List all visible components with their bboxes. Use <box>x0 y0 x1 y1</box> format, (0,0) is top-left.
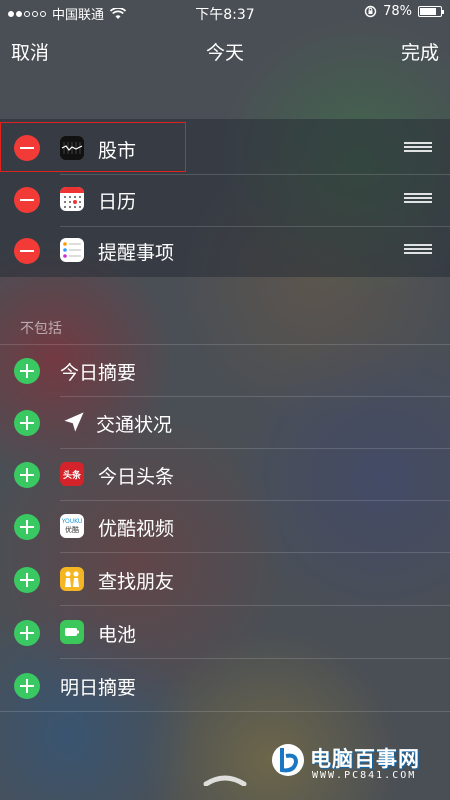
cancel-button[interactable]: 取消 <box>11 38 49 65</box>
remove-button[interactable] <box>14 187 40 213</box>
add-button[interactable] <box>14 514 40 540</box>
done-button[interactable]: 完成 <box>401 38 439 65</box>
widget-row-calendar: 日历 <box>0 174 450 226</box>
reorder-handle-icon[interactable] <box>404 142 432 152</box>
watermark-url: WWW.PC841.COM <box>312 770 417 781</box>
section-header-excluded: 不包括 <box>20 321 62 337</box>
reminders-icon <box>60 238 84 262</box>
status-right: 78% <box>364 4 444 19</box>
add-button[interactable] <box>14 358 40 384</box>
watermark: 电脑百事网 WWW.PC841.COM <box>270 740 446 784</box>
add-button[interactable] <box>14 462 40 488</box>
reorder-handle-icon[interactable] <box>404 193 432 203</box>
status-bar: 中国联通 下午8:37 78% <box>0 0 450 24</box>
excluded-row-today-summary: 今日摘要 <box>0 344 450 396</box>
calendar-icon <box>60 187 84 211</box>
watermark-logo-icon <box>272 744 304 776</box>
toutiao-icon: 头条 <box>60 462 84 486</box>
nav-bar: 取消 今天 完成 <box>0 36 450 66</box>
youku-icon: YOUKU 优酷 <box>60 514 84 538</box>
watermark-brand: 电脑百事网 <box>310 747 420 771</box>
battery-icon <box>418 6 444 17</box>
add-button[interactable] <box>14 673 40 699</box>
highlight-box <box>0 122 186 172</box>
reorder-handle-icon[interactable] <box>404 244 432 254</box>
find-friends-icon <box>60 567 84 591</box>
grabber-handle-icon[interactable] <box>203 774 247 786</box>
battery-percent: 78% <box>383 4 412 19</box>
widget-label: 日历 <box>98 191 137 213</box>
widget-label: 明日摘要 <box>60 677 137 699</box>
excluded-row-traffic: 交通状况 <box>0 396 450 448</box>
widget-label: 电池 <box>98 624 137 646</box>
excluded-row-toutiao: 头条 今日头条 <box>0 448 450 500</box>
widget-label: 优酷视频 <box>98 518 175 540</box>
add-button[interactable] <box>14 410 40 436</box>
excluded-row-find-friends: 查找朋友 <box>0 553 450 605</box>
widget-row-reminders: 提醒事项 <box>0 225 450 277</box>
excluded-row-youku: YOUKU 优酷 优酷视频 <box>0 500 450 552</box>
toutiao-icon-text: 头条 <box>62 470 81 481</box>
widget-label: 提醒事项 <box>98 242 175 264</box>
orientation-lock-icon <box>364 5 377 18</box>
widget-label: 查找朋友 <box>98 571 175 593</box>
widget-label: 交通状况 <box>96 414 173 436</box>
widget-label: 今日摘要 <box>60 362 137 384</box>
location-arrow-icon <box>64 412 84 432</box>
add-button[interactable] <box>14 620 40 646</box>
excluded-row-tomorrow-summary: 明日摘要 <box>0 659 450 711</box>
battery-app-icon <box>60 620 84 644</box>
widget-label: 今日头条 <box>98 466 175 488</box>
remove-button[interactable] <box>14 238 40 264</box>
add-button[interactable] <box>14 567 40 593</box>
page-title: 今天 <box>205 42 244 64</box>
youku-icon-text: 优酷 <box>65 526 79 534</box>
excluded-row-battery: 电池 <box>0 606 450 658</box>
